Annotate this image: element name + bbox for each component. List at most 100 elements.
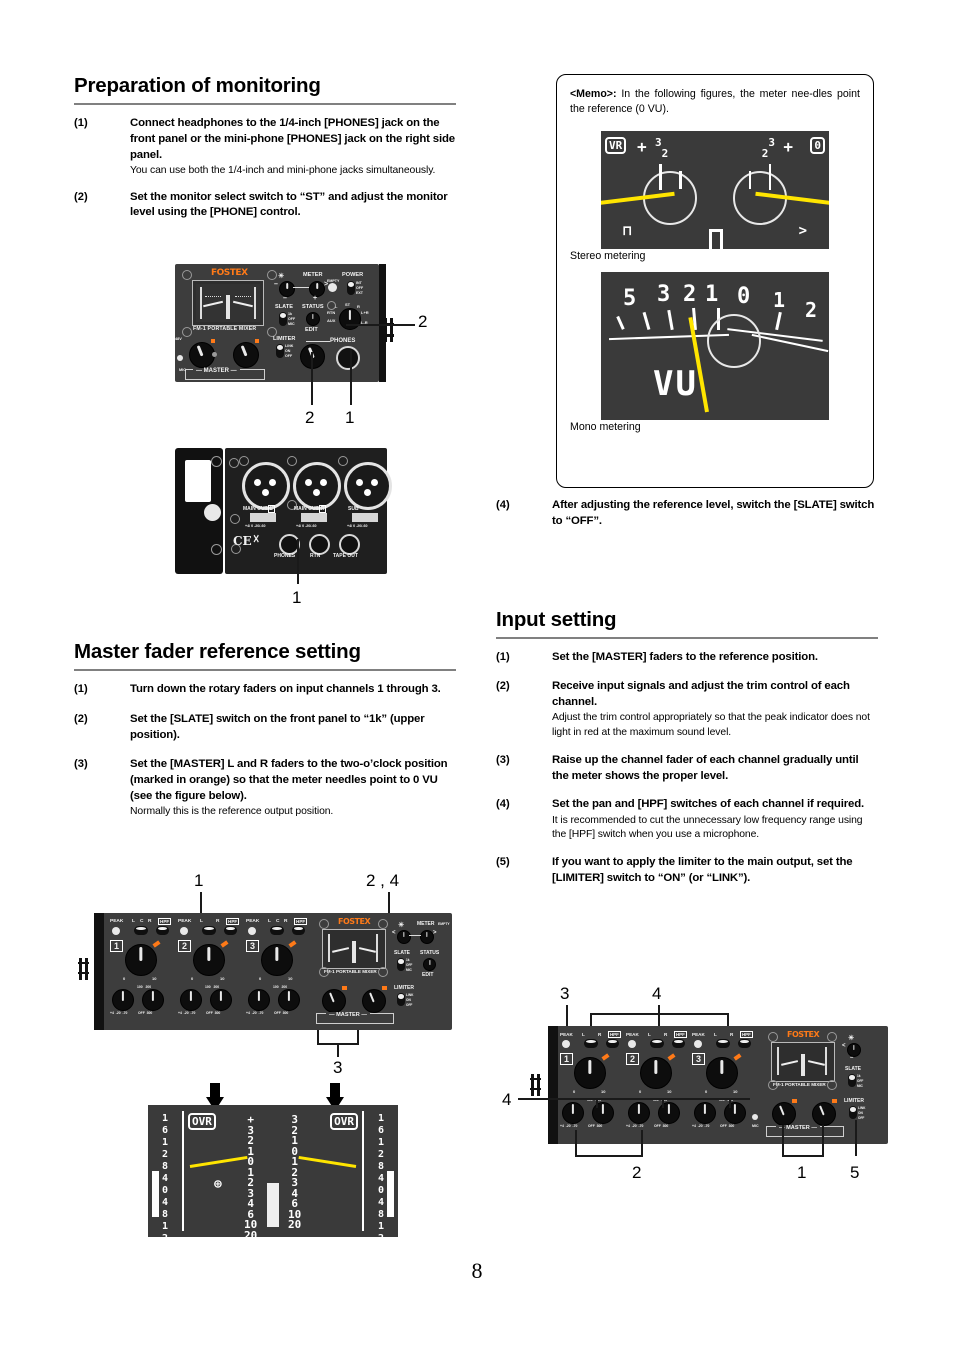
callout-line (729, 1098, 731, 1108)
hpf-switch[interactable] (292, 926, 305, 935)
hpf-switch[interactable] (224, 926, 237, 935)
scale-line-right (768, 164, 771, 191)
screw-icon (378, 919, 388, 929)
vu-text-left: ⊕ (214, 1177, 222, 1192)
tape-out-jack-label: TAPE OUT (333, 553, 358, 559)
meter-minus-label: – (274, 281, 278, 288)
slate-switch[interactable] (848, 1074, 856, 1087)
hpf-switch[interactable] (156, 926, 169, 935)
meter-knob[interactable] (420, 930, 434, 944)
edit-label: EDIT (422, 972, 434, 978)
channel-fader-knob[interactable] (640, 1057, 672, 1089)
tape-out-jack[interactable] (339, 534, 360, 555)
step-lead: Receive input signals and adjust the tri… (552, 679, 850, 708)
trim-scale-0: 0 (259, 976, 262, 981)
gain-knob[interactable] (562, 1102, 584, 1124)
slate-1k-label: 1k (288, 312, 292, 316)
xlr-connector-sub[interactable] (344, 462, 392, 510)
gain-knob[interactable] (112, 989, 134, 1011)
callout-line (297, 539, 299, 584)
channel-fader-knob[interactable] (574, 1057, 606, 1089)
mono-tick-1r: 1 (773, 288, 786, 313)
trim-scale-10: 10 (220, 976, 225, 981)
channel-fader-knob[interactable] (193, 944, 225, 976)
channel-strip-2: PEAK L R HPF 2 0 10 +4 -20 -70 OFF 300 1… (176, 913, 244, 1030)
master-l-knob[interactable] (772, 1102, 796, 1126)
hpf-freq-knob[interactable] (142, 989, 164, 1011)
model-label: FM-1 PORTABLE MIXER (193, 326, 257, 332)
hpf-switch[interactable] (606, 1039, 619, 1048)
plus-label-left: + (637, 137, 647, 157)
over-indicator-right: OVR (330, 1113, 358, 1130)
pan-l-label: L (714, 1032, 717, 1037)
slate-switch[interactable] (397, 958, 405, 971)
pan-switch[interactable] (650, 1039, 664, 1048)
pan-switch[interactable] (134, 926, 148, 935)
hpf-freq-knob[interactable] (724, 1102, 746, 1124)
gain-knob[interactable] (248, 989, 270, 1011)
slate-1k-label: 1k (406, 958, 410, 962)
gain-knob[interactable] (694, 1102, 716, 1124)
freq-scale-top: 100 200 (205, 985, 220, 989)
pan-switch[interactable] (270, 926, 284, 935)
master-l-knob[interactable] (322, 989, 346, 1013)
phones-jack[interactable] (336, 346, 360, 370)
status-knob[interactable] (306, 312, 320, 326)
master-r-knob[interactable] (812, 1102, 836, 1126)
peak-label: PEAK (246, 919, 260, 924)
master-r-knob[interactable] (233, 342, 259, 368)
pan-r-label: R (216, 919, 220, 924)
channel-strip-3: PEAK L R HPF 3 0 10 +4 -20 -70 OFF 300 1… (692, 1026, 758, 1144)
limiter-label: LIMITER (844, 1098, 864, 1104)
gain-knob[interactable] (180, 989, 202, 1011)
limiter-switch[interactable] (276, 344, 284, 358)
master-r-knob[interactable] (362, 989, 386, 1013)
meter-plus-icon: > (433, 930, 437, 936)
trim-scale-10: 10 (733, 1089, 738, 1094)
center-bar (267, 1183, 279, 1227)
xlr-connector-main-out-l[interactable] (242, 462, 290, 510)
status-knob[interactable] (423, 958, 436, 971)
figure-caption-stereo: Stereo metering (570, 250, 646, 263)
hpf-label: HPF (158, 918, 172, 925)
memo-box: <Memo>: In the following figures, the me… (556, 74, 874, 488)
pan-switch[interactable] (202, 926, 216, 935)
section-title-preparation: Preparation of monitoring (74, 74, 321, 97)
main-out-r-label: MAIN OUT R (294, 505, 327, 513)
gain-knob[interactable] (628, 1102, 650, 1124)
figure-rear-panel: MAIN OUT L MAIN OUT R SUB +4/ 0 -20/-60 +4… (175, 444, 392, 584)
freq-scale: OFF 300 (138, 1011, 153, 1015)
slate-switch[interactable] (279, 312, 287, 326)
power-switch[interactable] (347, 281, 355, 295)
channel-number: 3 (692, 1053, 706, 1065)
xlr-connector-main-out-r[interactable] (293, 462, 341, 510)
out-scale-r: +4/ 0 -20/-60 (296, 524, 317, 528)
channel-fader-knob[interactable] (125, 944, 157, 976)
screw-icon (230, 514, 240, 524)
hpf-switch[interactable] (738, 1039, 751, 1048)
freq-scale: OFF 300 (654, 1124, 669, 1128)
limiter-on-label: ON (285, 349, 291, 353)
slate-off-label: OFF (406, 963, 413, 967)
status-label: STATUS (302, 304, 324, 310)
channel-fader-knob[interactable] (261, 944, 293, 976)
monitor-select-knob[interactable] (339, 308, 361, 330)
limiter-switch[interactable] (849, 1106, 857, 1119)
step-sub: You can use both the 1/4-inch and mini-p… (130, 165, 436, 177)
step-number: (1) (74, 683, 88, 696)
channel-fader-knob[interactable] (706, 1057, 738, 1089)
callout-line (575, 1155, 643, 1157)
rtn-jack[interactable] (309, 534, 330, 555)
hpf-switch[interactable] (672, 1039, 685, 1048)
callout-number: 4 (652, 984, 662, 1003)
limiter-switch[interactable] (397, 993, 405, 1006)
pan-switch[interactable] (716, 1039, 730, 1048)
pan-switch[interactable] (584, 1039, 598, 1048)
hpf-label: HPF (294, 918, 308, 925)
brightness-knob[interactable] (279, 281, 295, 297)
memo-label: <Memo>: (570, 88, 617, 100)
hpf-freq-knob[interactable] (210, 989, 232, 1011)
level-scale-right: 1612840481216 (377, 1113, 384, 1237)
brightness-knob[interactable] (397, 930, 411, 944)
hpf-freq-knob[interactable] (278, 989, 300, 1011)
